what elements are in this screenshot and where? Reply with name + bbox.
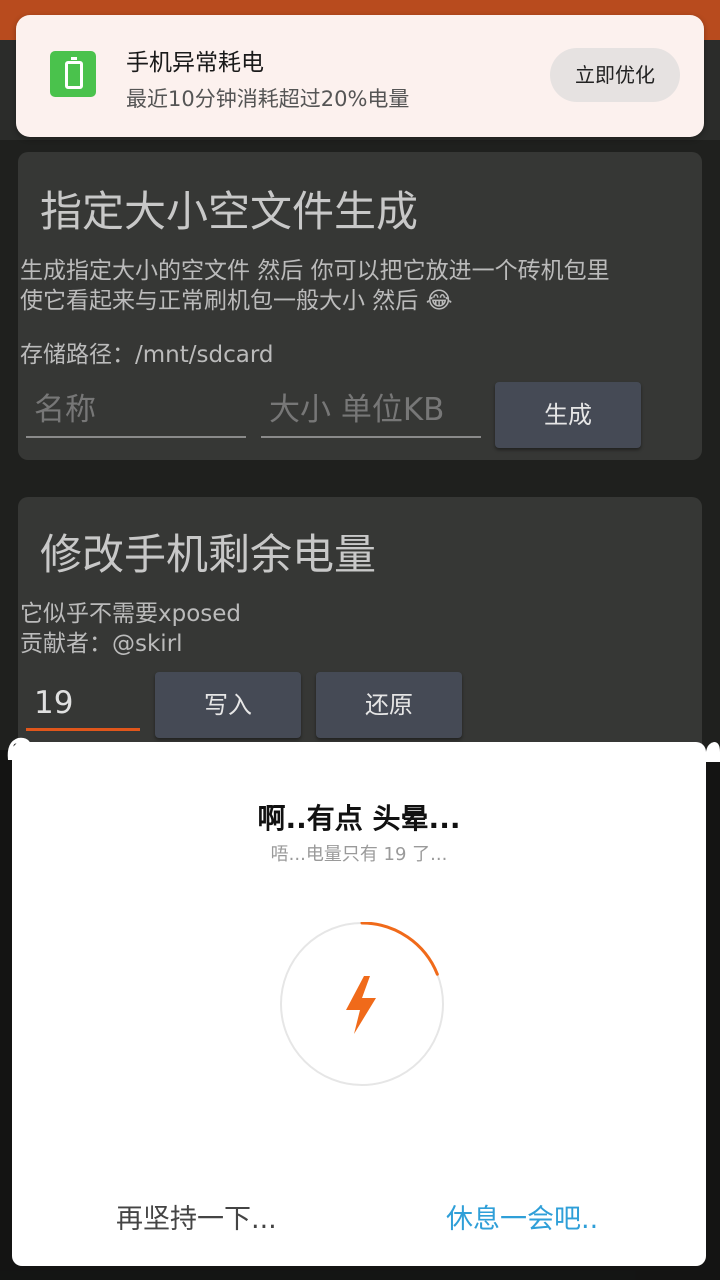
ghost-icon	[705, 742, 720, 762]
card-description-line2: 使它看起来与正常刷机包一般大小 然后 😂	[20, 288, 453, 314]
empty-file-card: 指定大小空文件生成 生成指定大小的空文件 然后 你可以把它放进一个砖机包里 使它…	[18, 152, 702, 460]
card-title: 修改手机剩余电量	[40, 530, 377, 579]
card-description-line2: 贡献者：@skirl	[20, 631, 183, 657]
rest-button[interactable]: 休息一会吧..	[446, 1197, 598, 1236]
battery-level-input[interactable]: 19	[26, 675, 140, 731]
battery-notification[interactable]: 手机异常耗电 最近10分钟消耗超过20%电量 立即优化	[16, 15, 704, 137]
notification-title: 手机异常耗电	[126, 50, 264, 76]
notification-text: 最近10分钟消耗超过20%电量	[126, 87, 410, 111]
card-description-line1: 生成指定大小的空文件 然后 你可以把它放进一个砖机包里	[20, 258, 610, 284]
card-description-line1: 它似乎不需要xposed	[20, 601, 242, 627]
dialog-title: 啊..有点 头晕...	[257, 802, 461, 835]
dialog-subtitle: 唔...电量只有 19 了...	[270, 844, 448, 865]
battery-card: 修改手机剩余电量 它似乎不需要xposed 贡献者：@skirl 19 写入 还…	[18, 497, 702, 757]
name-input[interactable]: 名称	[26, 382, 246, 438]
optimize-button[interactable]: 立即优化	[550, 48, 680, 102]
low-battery-dialog: 啊..有点 头晕... 唔...电量只有 19 了... 再坚持一下... 休息…	[12, 742, 706, 1266]
battery-ring	[280, 922, 444, 1086]
lightning-icon	[346, 976, 376, 1034]
keep-going-button[interactable]: 再坚持一下...	[116, 1197, 277, 1236]
battery-icon	[50, 51, 96, 97]
card-title: 指定大小空文件生成	[40, 187, 419, 236]
write-button[interactable]: 写入	[155, 672, 301, 738]
restore-button[interactable]: 还原	[316, 672, 462, 738]
storage-path: 存储路径：/mnt/sdcard	[20, 342, 274, 368]
size-input[interactable]: 大小 单位KB	[261, 382, 481, 438]
generate-button[interactable]: 生成	[495, 382, 641, 448]
